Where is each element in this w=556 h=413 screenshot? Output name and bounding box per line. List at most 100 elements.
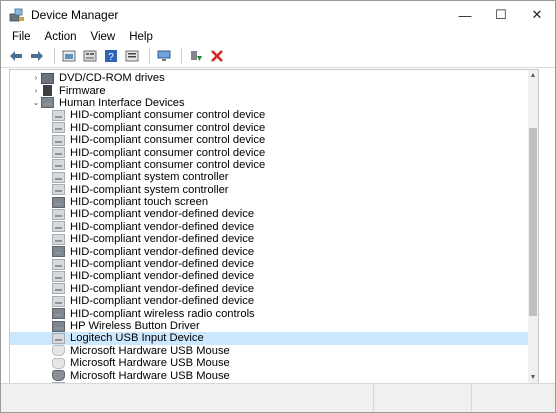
category-label: Firmware: [59, 84, 106, 97]
hid-device-icon: [52, 332, 65, 344]
tree-device-item[interactable]: HID-compliant vendor-defined device: [10, 233, 528, 245]
collapse-chevron-icon[interactable]: ⌄: [31, 97, 41, 109]
tree-device-item[interactable]: HID-compliant vendor-defined device: [10, 208, 528, 220]
tree-device-item[interactable]: HID-compliant vendor-defined device: [10, 258, 528, 270]
category-label: DVD/CD-ROM drives: [59, 72, 165, 85]
hid-device-icon: [52, 221, 65, 233]
tree-device-item[interactable]: HID-compliant consumer control device: [10, 146, 528, 159]
hid-device-icon: [52, 171, 65, 183]
device-label: HID-compliant consumer control device: [70, 134, 266, 147]
toolbar-separator: [149, 48, 150, 64]
tree-device-item[interactable]: HID-compliant vendor-defined device: [10, 283, 528, 295]
hid-device-icon: [52, 283, 65, 295]
device-label: HID-compliant vendor-defined device: [70, 282, 255, 295]
resource-view-icon[interactable]: [123, 47, 141, 65]
properties-view-icon[interactable]: [60, 47, 78, 65]
device-label: HID-compliant consumer control device: [70, 146, 266, 159]
tree-device-item[interactable]: HID-compliant consumer control device: [10, 159, 528, 171]
tree-device-item[interactable]: HID-compliant consumer control device: [10, 122, 528, 134]
device-label: HID-compliant vendor-defined device: [70, 208, 255, 221]
tree-device-item[interactable]: HID-compliant system controller: [10, 171, 528, 183]
toolbar: ?: [1, 45, 555, 68]
tree-device-item[interactable]: HID-compliant vendor-defined device: [10, 245, 528, 258]
hid-device-list: HID-compliant consumer control device HID…: [10, 109, 528, 384]
device-tree: › DVD/CD-ROM drives › Firmware ⌄ Human I…: [10, 70, 528, 384]
menu-action[interactable]: Action: [38, 31, 84, 43]
device-label: HID-compliant vendor-defined device: [70, 233, 255, 246]
menu-help[interactable]: Help: [122, 31, 160, 43]
hid-device-icon: [52, 295, 65, 307]
device-manager-icon: [9, 7, 25, 23]
hid-device-icon: [52, 233, 65, 245]
tree-device-item[interactable]: HID-compliant vendor-defined device: [10, 270, 528, 282]
expand-chevron-icon[interactable]: ›: [31, 72, 41, 84]
tree-category-dvd[interactable]: › DVD/CD-ROM drives: [10, 72, 528, 84]
scrollbar-thumb[interactable]: [529, 128, 537, 316]
hid-device-icon: [52, 258, 65, 270]
tree-device-item[interactable]: HID-compliant touch screen: [10, 196, 528, 208]
hid-device-icon: [52, 134, 65, 146]
tree-category-hid[interactable]: ⌄ Human Interface Devices: [10, 97, 528, 109]
hid-device-icon: [52, 147, 65, 159]
mouse-device-icon: [52, 370, 65, 382]
firmware-icon: [43, 85, 52, 97]
forward-icon[interactable]: [28, 47, 46, 65]
svg-text:?: ?: [108, 52, 114, 62]
device-manager-window: Device Manager — ☐ ✕ File Action View He…: [0, 0, 556, 413]
device-label: HID-compliant consumer control device: [70, 109, 266, 122]
mouse-device-icon: [52, 345, 65, 357]
tree-device-item[interactable]: HID-compliant system controller: [10, 184, 528, 196]
update-driver-icon[interactable]: [187, 47, 205, 65]
device-label: HID-compliant vendor-defined device: [70, 220, 255, 233]
close-button[interactable]: ✕: [519, 1, 555, 29]
window-title: Device Manager: [31, 8, 119, 22]
tree-category-firmware[interactable]: › Firmware: [10, 84, 528, 97]
device-tree-pane[interactable]: › DVD/CD-ROM drives › Firmware ⌄ Human I…: [9, 69, 539, 384]
tree-device-item[interactable]: HP Wireless Button Driver: [10, 320, 528, 332]
tree-device-item[interactable]: HID-compliant consumer control device: [10, 134, 528, 146]
status-bar: [1, 383, 555, 412]
menu-bar: File Action View Help: [1, 29, 555, 45]
menu-file[interactable]: File: [5, 31, 38, 43]
hid-category-icon: [41, 97, 54, 109]
hid-device-icon: [52, 208, 65, 220]
category-label: Human Interface Devices: [59, 96, 185, 109]
title-bar[interactable]: Device Manager — ☐ ✕: [1, 1, 555, 29]
mouse-device-icon: [52, 357, 65, 369]
device-label: HID-compliant vendor-defined device: [70, 270, 255, 283]
device-view-icon[interactable]: [81, 47, 99, 65]
tree-device-item[interactable]: HID-compliant consumer control device: [10, 109, 528, 121]
tree-device-item[interactable]: HID-compliant vendor-defined device: [10, 295, 528, 307]
hid-device-icon: [52, 184, 65, 196]
uninstall-icon[interactable]: [208, 47, 226, 65]
dvd-drive-icon: [41, 72, 54, 84]
device-label: HP Wireless Button Driver: [70, 320, 200, 332]
expand-chevron-icon[interactable]: ›: [31, 85, 41, 97]
device-label: Microsoft Hardware USB Mouse: [70, 344, 230, 357]
maximize-button[interactable]: ☐: [483, 1, 519, 29]
tree-device-item[interactable]: Logitech USB Input Device: [10, 332, 528, 345]
device-label: HID-compliant wireless radio controls: [70, 307, 255, 320]
device-label: HID-compliant vendor-defined device: [70, 245, 255, 258]
device-label: HID-compliant consumer control device: [70, 158, 266, 171]
tree-device-item[interactable]: Microsoft Hardware USB Mouse: [10, 357, 528, 369]
hid-device-icon: [52, 308, 65, 320]
scroll-up-icon[interactable]: ▲: [528, 70, 538, 82]
hid-device-icon: [52, 270, 65, 282]
device-label: HID-compliant consumer control device: [70, 121, 266, 134]
device-label: Logitech USB Input Device: [70, 332, 204, 345]
monitor-icon[interactable]: [155, 47, 173, 65]
hid-device-icon: [52, 246, 65, 258]
minimize-button[interactable]: —: [447, 1, 483, 29]
hid-device-icon: [52, 109, 65, 121]
back-icon[interactable]: [7, 47, 25, 65]
tree-device-item[interactable]: Microsoft Hardware USB Mouse: [10, 345, 528, 357]
tree-device-item[interactable]: HID-compliant wireless radio controls: [10, 307, 528, 320]
help-icon[interactable]: ?: [102, 47, 120, 65]
tree-device-item[interactable]: Microsoft Hardware USB Mouse: [10, 369, 528, 382]
hid-device-icon: [52, 196, 65, 208]
device-label: HID-compliant vendor-defined device: [70, 295, 255, 308]
vertical-scrollbar[interactable]: ▲ ▼: [528, 70, 538, 384]
tree-device-item[interactable]: HID-compliant vendor-defined device: [10, 221, 528, 233]
menu-view[interactable]: View: [84, 31, 123, 43]
